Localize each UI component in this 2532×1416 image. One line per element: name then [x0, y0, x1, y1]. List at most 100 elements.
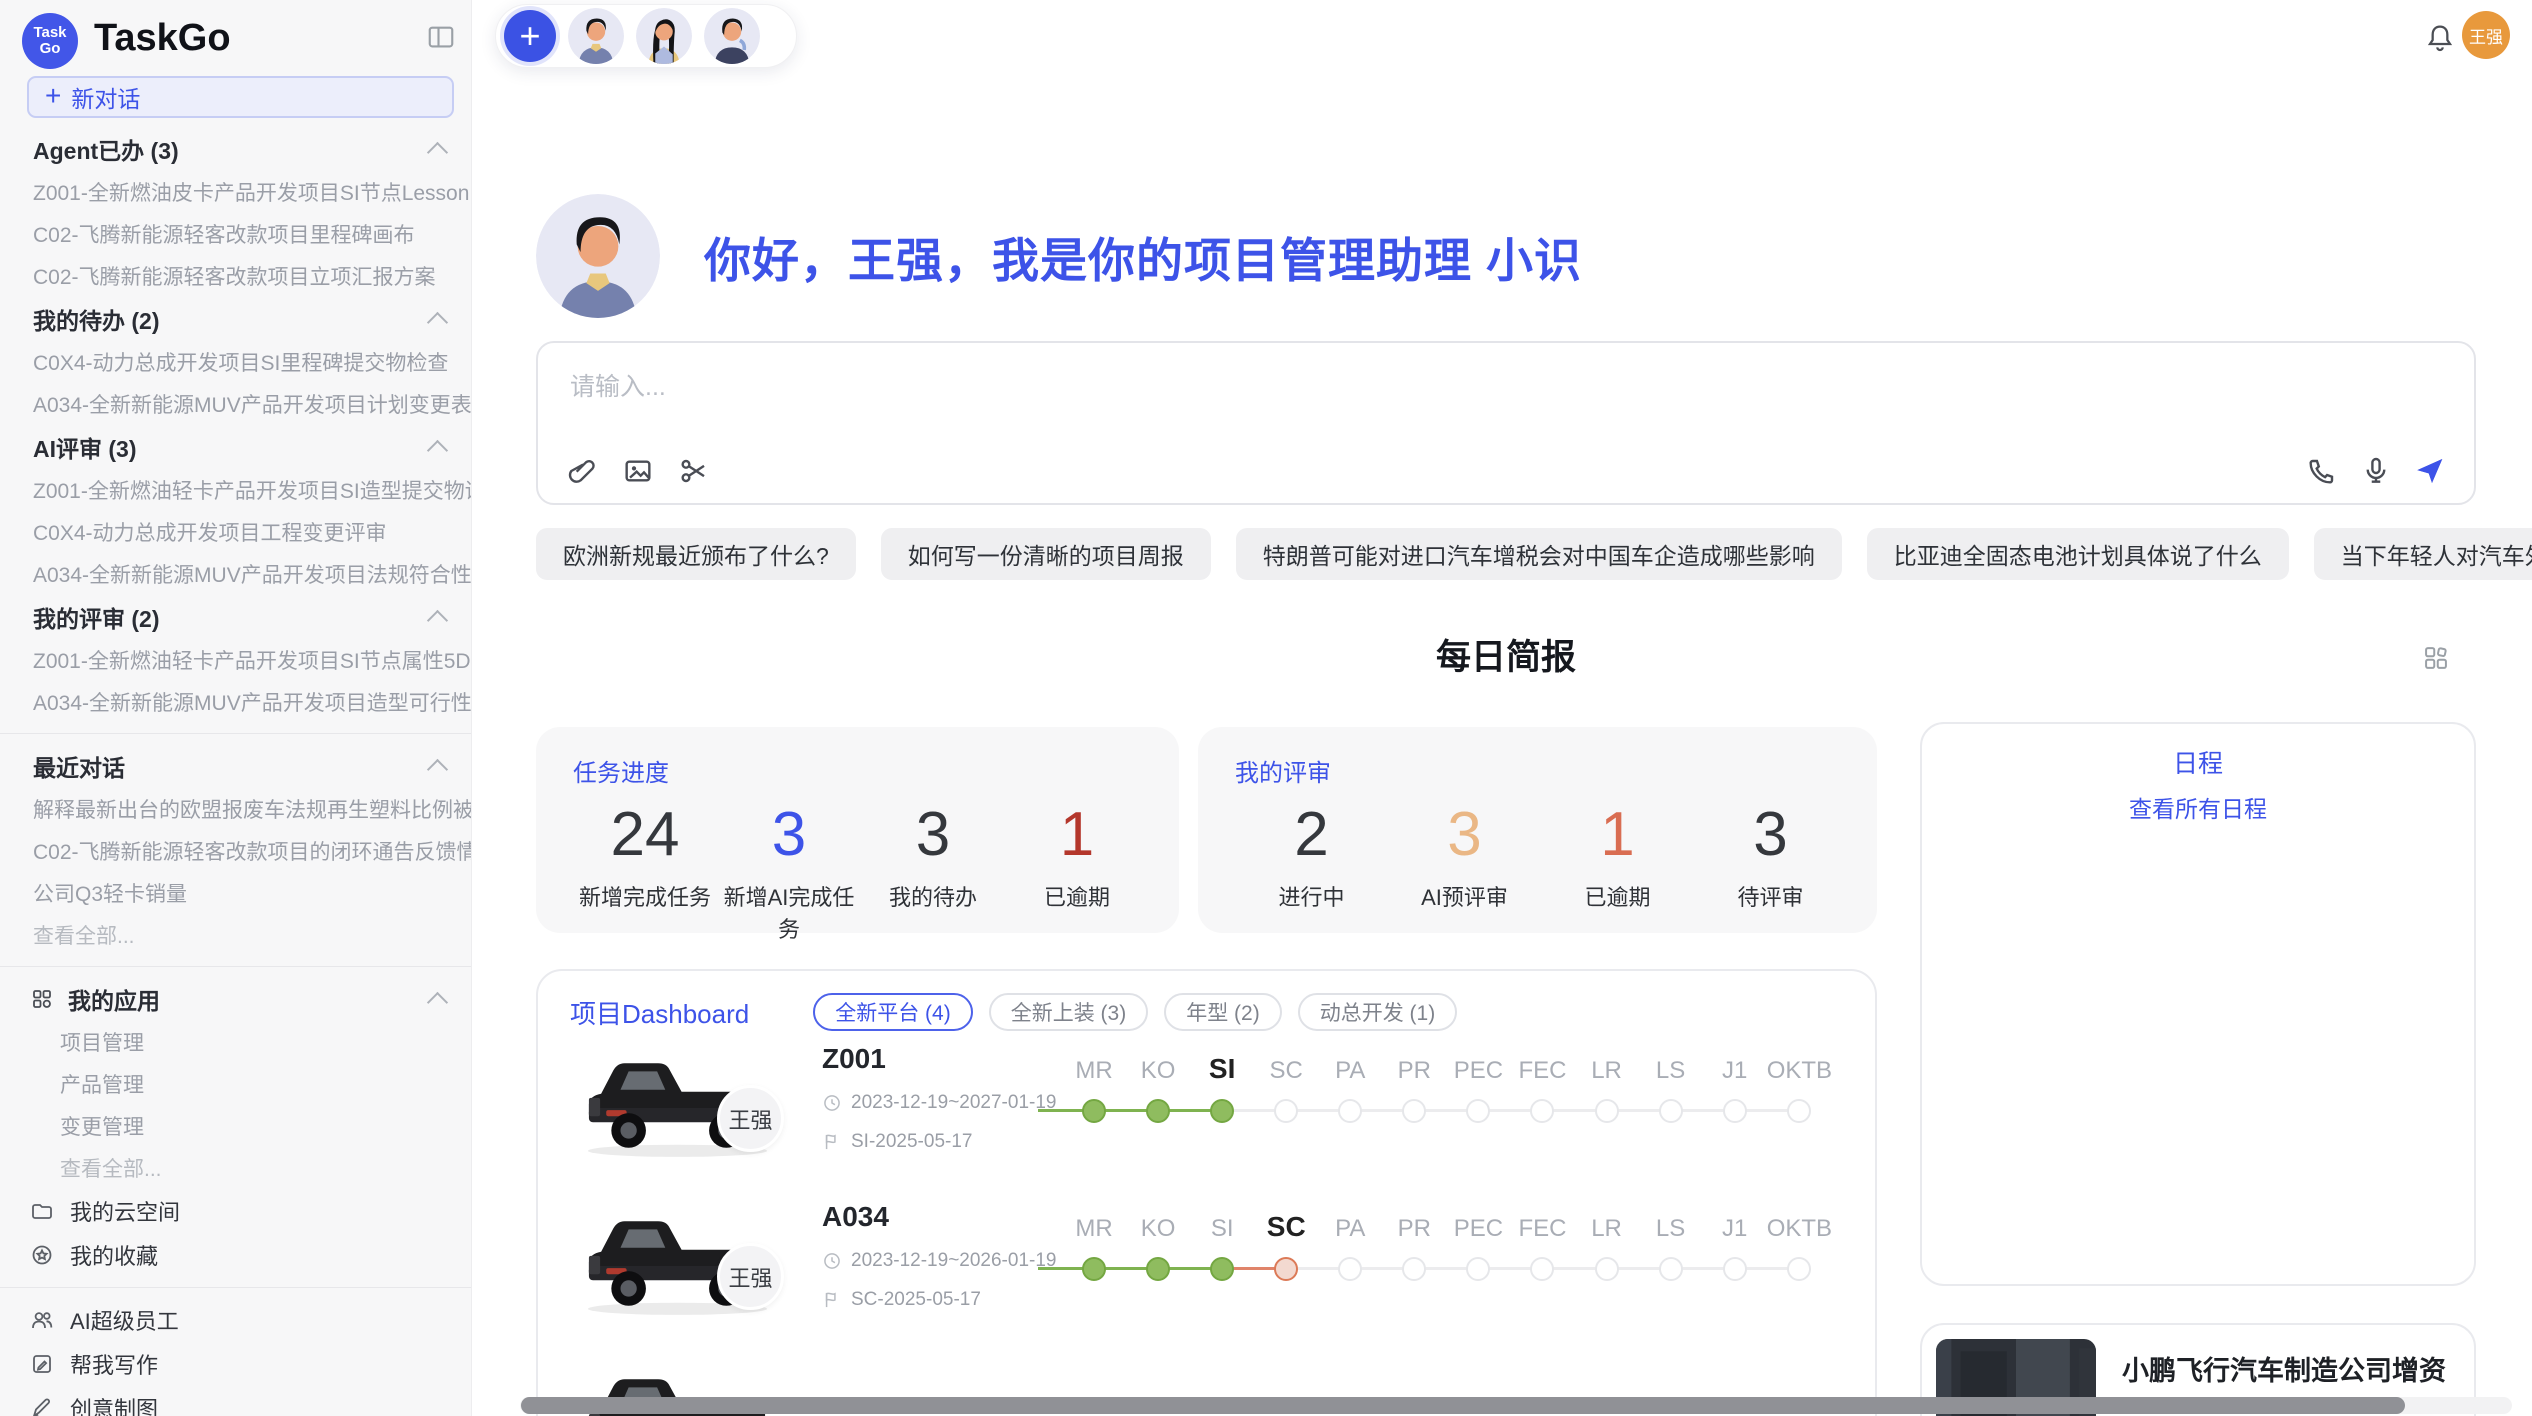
clock-icon — [822, 1093, 842, 1113]
sidebar-item-ai-super-staff[interactable]: AI超级员工 — [0, 1298, 471, 1342]
notification-bell-icon[interactable] — [2424, 22, 2456, 54]
sidebar-item[interactable]: C02-飞腾新能源轻客改款项目里程碑画布 — [0, 213, 471, 255]
sidebar-item-favorites[interactable]: 我的收藏 — [0, 1233, 471, 1277]
sidebar-item[interactable]: Z001-全新燃油轻卡产品开发项目SI造型提交物评审 — [0, 469, 471, 511]
attachment-icon[interactable] — [564, 453, 600, 489]
teammate-avatar[interactable] — [704, 8, 760, 64]
project-dashboard-card: 项目Dashboard 全新平台 (4)全新上装 (3)年型 (2)动总开发 (… — [536, 969, 1877, 1416]
project-row[interactable]: 王强Z0012023-12-19~2027-01-19SI-2025-05-17… — [575, 1041, 1875, 1199]
view-all-schedule-link[interactable]: 查看所有日程 — [1950, 790, 2446, 824]
suggestion-chip[interactable]: 欧洲新规最近颁布了什么? — [536, 528, 856, 580]
project-info: A034 2023-12-19~2026-01-19 SC-2025-05-17 — [822, 1201, 1056, 1311]
project-flag-text: SI-2025-05-17 — [851, 1131, 972, 1153]
sidebar-item[interactable]: C02-飞腾新能源轻客改款项目的闭环通告反馈情况 — [0, 830, 471, 872]
stat-value: 1 — [1541, 798, 1694, 872]
microphone-icon[interactable] — [2358, 453, 2394, 489]
stat-label: 新增完成任务 — [573, 880, 717, 912]
chat-input[interactable] — [568, 365, 2444, 439]
chevron-up-icon — [427, 142, 448, 163]
schedule-title: 日程 — [1950, 744, 2446, 780]
sidebar-header: Task Go TaskGo — [0, 0, 471, 76]
stat-column: 3我的待办 — [861, 798, 1005, 944]
sidebar-item[interactable]: Z001-全新燃油皮卡产品开发项目SI节点Lesson Learn报告 — [0, 171, 471, 213]
layout-grid-icon[interactable] — [2422, 644, 2450, 672]
milestone-label: LS — [1656, 1199, 1685, 1243]
suggestion-chip[interactable]: 特朗普可能对进口汽车增税会对中国车企造成哪些影响 — [1236, 528, 1842, 580]
sidebar-section-my-apps[interactable]: 我的应用 — [0, 977, 471, 1021]
greeting-text: 你好，王强，我是你的项目管理助理 小识 — [704, 222, 1582, 291]
sidebar-view-all-apps[interactable]: 查看全部... — [0, 1147, 471, 1189]
chevron-up-icon — [427, 759, 448, 780]
stat-value: 24 — [573, 798, 717, 872]
horizontal-scrollbar-thumb[interactable] — [521, 1397, 2405, 1414]
suggestion-chip[interactable]: 比亚迪全固态电池计划具体说了什么 — [1867, 528, 2289, 580]
sidebar-section-recent-chats[interactable]: 最近对话 — [0, 744, 471, 788]
add-agent-button[interactable]: + — [504, 10, 556, 62]
milestone-dot — [1274, 1099, 1298, 1123]
sidebar-section-header[interactable]: Agent已办 (3) — [0, 127, 471, 171]
apps-grid-icon — [30, 987, 54, 1011]
task-progress-stats: 24新增完成任务3新增AI完成任务3我的待办1已逾期 — [573, 798, 1149, 944]
project-date-range: 2023-12-19~2026-01-19 — [822, 1250, 1056, 1272]
project-row[interactable]: 王强 A034 2023-12-19~2026-01-19 SC-2025-05-17… — [575, 1199, 1875, 1357]
scissors-icon[interactable] — [676, 453, 712, 489]
image-icon[interactable] — [620, 453, 656, 489]
sidebar-item[interactable]: A034-全新新能源MUV产品开发项目法规符合性评审 — [0, 553, 471, 595]
milestone-label: PR — [1398, 1199, 1431, 1243]
milestone-dot — [1210, 1257, 1234, 1281]
sidebar-item[interactable]: C0X4-动力总成开发项目工程变更评审 — [0, 511, 471, 553]
dashboard-filter-pill[interactable]: 全新上装 (3) — [989, 993, 1149, 1031]
suggestion-chip[interactable]: 如何写一份清晰的项目周报 — [881, 528, 1211, 580]
send-icon[interactable] — [2412, 453, 2448, 489]
sidebar-item[interactable]: C0X4-动力总成开发项目SI里程碑提交物检查 — [0, 341, 471, 383]
project-flag-milestone: SC-2025-05-17 — [822, 1289, 1056, 1311]
dashboard-filter-pill[interactable]: 动总开发 (1) — [1298, 993, 1458, 1031]
milestone-dot — [1338, 1257, 1362, 1281]
sidebar-section-header[interactable]: AI评审 (3) — [0, 425, 471, 469]
stat-value: 3 — [861, 798, 1005, 872]
sidebar-item[interactable]: Z001-全新燃油轻卡产品开发项目SI节点属性5D文件评审 — [0, 639, 471, 681]
milestone-label: LR — [1591, 1041, 1622, 1085]
milestone-label: PR — [1398, 1041, 1431, 1085]
sidebar-collapse-icon[interactable] — [426, 22, 456, 50]
new-chat-label: 新对话 — [71, 80, 140, 114]
sidebar-app-item[interactable]: 变更管理 — [0, 1105, 471, 1147]
task-progress-title: 任务进度 — [573, 753, 1149, 788]
milestone-dot — [1659, 1099, 1683, 1123]
user-name: 王强 — [2469, 23, 2503, 48]
project-code: A034 — [822, 1201, 1056, 1233]
dashboard-filter-pill[interactable]: 年型 (2) — [1164, 993, 1282, 1031]
milestone-dot — [1146, 1099, 1170, 1123]
milestone-dot — [1723, 1257, 1747, 1281]
sidebar-item-cloud-space[interactable]: 我的云空间 — [0, 1189, 471, 1233]
new-chat-button[interactable]: + 新对话 — [27, 76, 454, 118]
milestone-timeline: MRKOSISCPAPRPECFECLRLSJ1OKTB — [1062, 1041, 1832, 1123]
sidebar-section-header[interactable]: 我的待办 (2) — [0, 297, 471, 341]
creative-drawing-label: 创意制图 — [70, 1392, 158, 1416]
sidebar-item[interactable]: A034-全新新能源MUV产品开发项目计划变更表编写 — [0, 383, 471, 425]
sidebar-item-help-me-write[interactable]: 帮我写作 — [0, 1342, 471, 1386]
milestone-dot — [1146, 1257, 1170, 1281]
milestone-dot — [1659, 1257, 1683, 1281]
sidebar-app-item[interactable]: 项目管理 — [0, 1021, 471, 1063]
dashboard-filter-pill[interactable]: 全新平台 (4) — [813, 993, 973, 1031]
sidebar-item[interactable]: C02-飞腾新能源轻客改款项目立项汇报方案 — [0, 255, 471, 297]
teammate-avatar[interactable] — [568, 8, 624, 64]
user-avatar[interactable]: 王强 — [2462, 11, 2510, 59]
stat-label: 待评审 — [1694, 880, 1847, 912]
sidebar-item[interactable]: A034-全新新能源MUV产品开发项目造型可行性评审 — [0, 681, 471, 723]
sidebar-app-item[interactable]: 产品管理 — [0, 1063, 471, 1105]
sidebar-view-all-chats[interactable]: 查看全部... — [0, 914, 471, 956]
sidebar-item[interactable]: 解释最新出台的欧盟报废车法规再生塑料比例被调至15%... — [0, 788, 471, 830]
project-owner-badge: 王强 — [717, 1243, 784, 1310]
sidebar-section-header[interactable]: 我的评审 (2) — [0, 595, 471, 639]
sidebar-divider — [0, 733, 471, 734]
suggestion-chip[interactable]: 当下年轻人对汽车外观有怎样的喜好趋势 — [2314, 528, 2532, 580]
teammate-avatar[interactable] — [636, 8, 692, 64]
horizontal-scrollbar-track — [520, 1397, 2512, 1414]
sidebar-item-creative-drawing[interactable]: 创意制图 — [0, 1386, 471, 1416]
chevron-up-icon — [427, 312, 448, 333]
milestone-label: FEC — [1518, 1199, 1566, 1243]
phone-icon[interactable] — [2304, 453, 2340, 489]
sidebar-item[interactable]: 公司Q3轻卡销量 — [0, 872, 471, 914]
